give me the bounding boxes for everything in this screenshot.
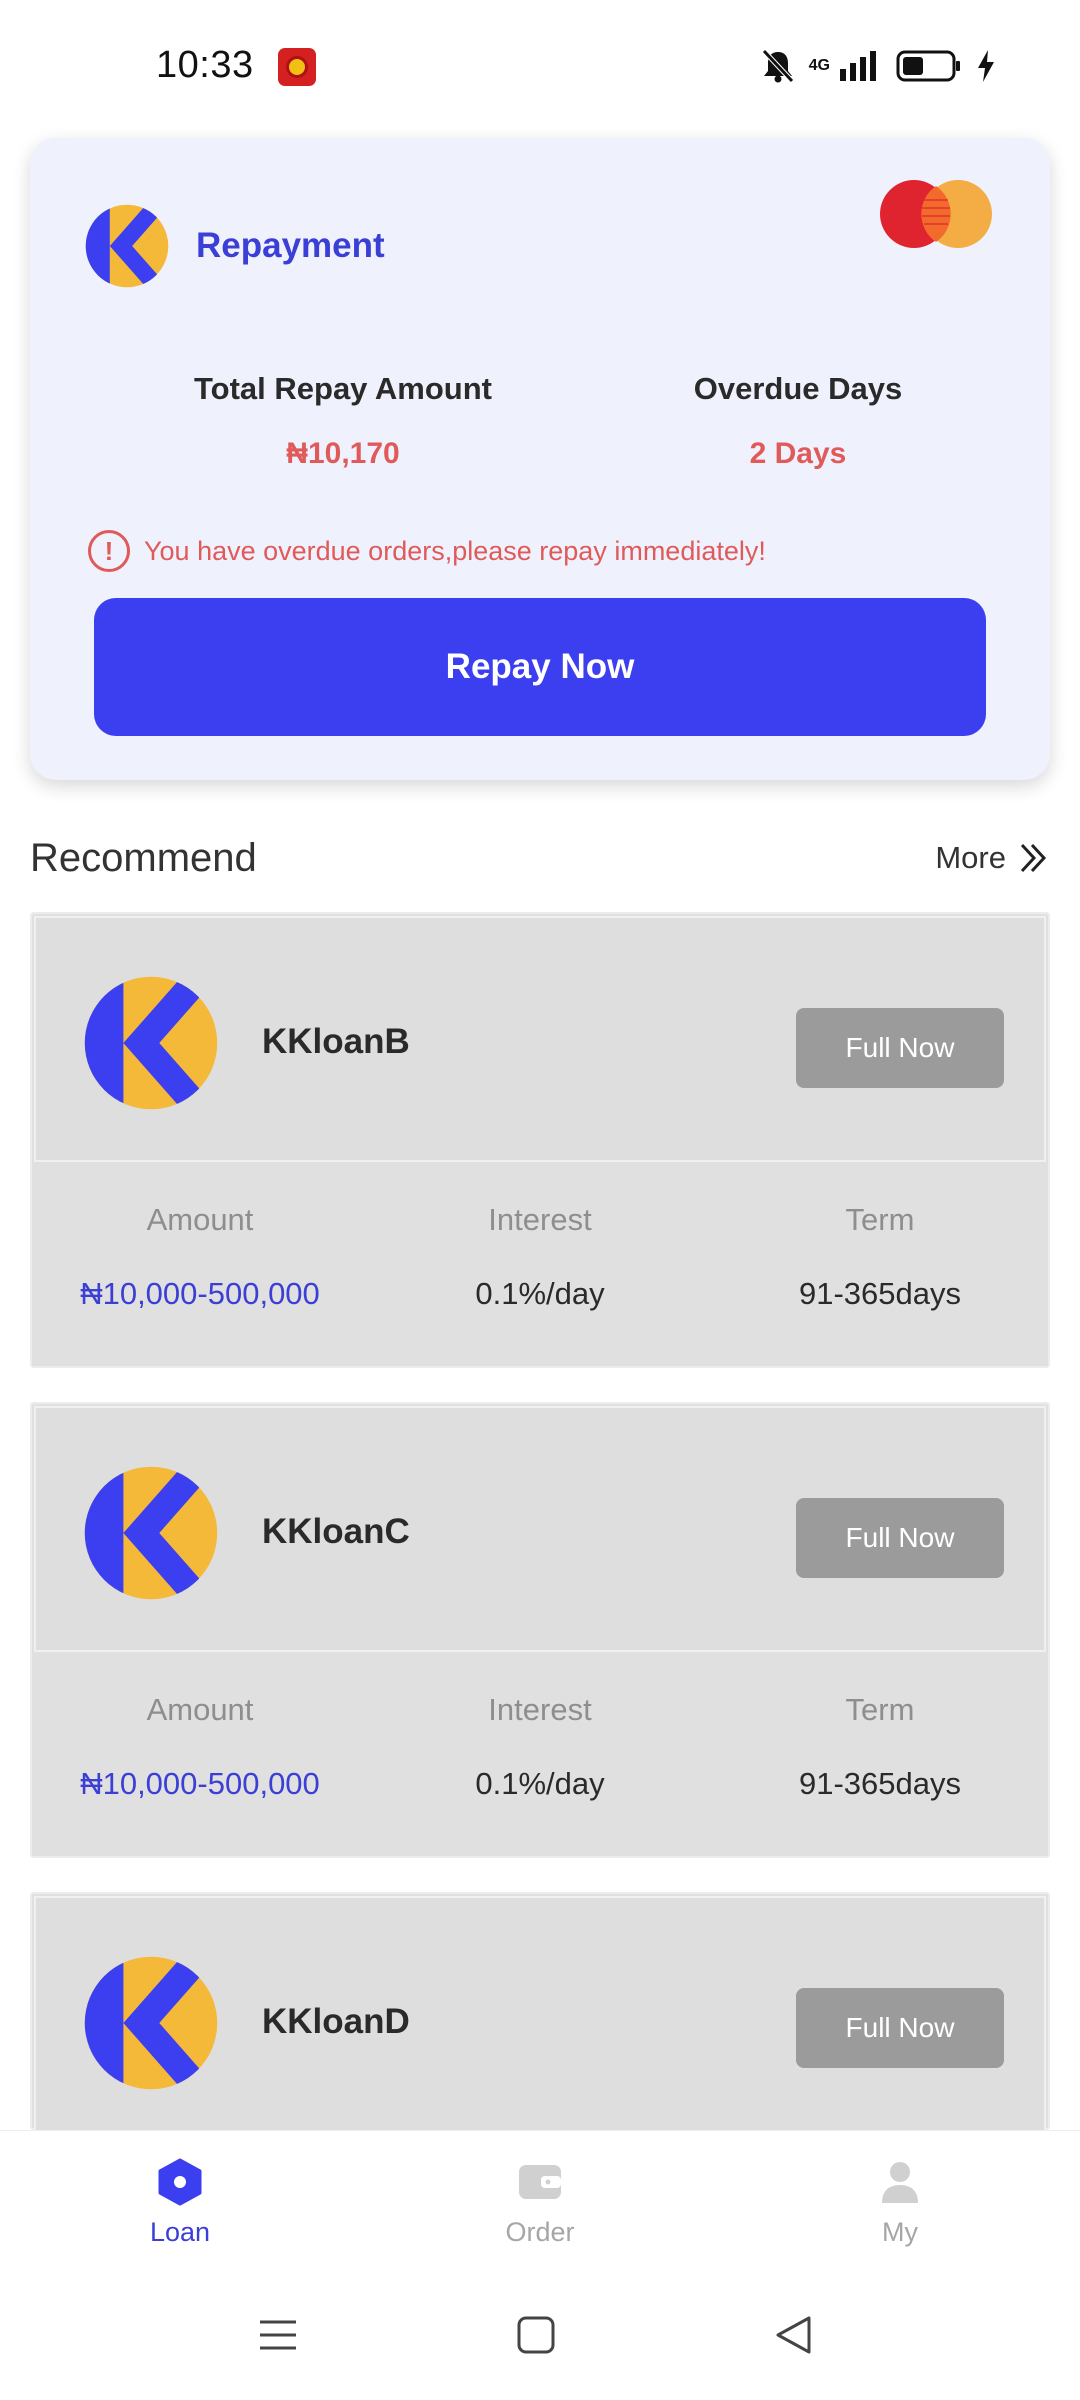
- recommend-title: Recommend: [30, 836, 257, 880]
- status-time: 10:33: [156, 44, 254, 86]
- amount-column: Amount ₦10,000-500,000: [30, 1692, 370, 1802]
- product-stats: Amount ₦10,000-500,000 Interest 0.1%/day…: [30, 1202, 1050, 1312]
- total-repay-value: ₦10,170: [286, 437, 400, 470]
- term-label: Term: [845, 1692, 915, 1727]
- nav-label-order: Order: [505, 2217, 575, 2247]
- term-column: Term 91-365days: [710, 1692, 1050, 1802]
- kkloan-logo-icon: [84, 976, 218, 1110]
- card-brand-icon: [880, 180, 992, 248]
- system-nav-bar: [0, 2284, 1080, 2400]
- repayment-title: Repayment: [196, 226, 385, 265]
- menu-icon[interactable]: [257, 2314, 299, 2356]
- nav-item-order[interactable]: Order: [360, 2131, 720, 2284]
- home-hexagon-icon: [158, 2158, 202, 2206]
- user-icon: [882, 2162, 918, 2203]
- term-value: 91-365days: [798, 1766, 961, 1801]
- charging-icon: [978, 50, 994, 82]
- interest-value: 0.1%/day: [475, 1766, 605, 1801]
- interest-label: Interest: [488, 1202, 592, 1237]
- amount-value: ₦10,000-500,000: [80, 1766, 320, 1801]
- battery-icon: [896, 50, 960, 82]
- product-card[interactable]: KKloanC Full Now Amount ₦10,000-500,000 …: [30, 1402, 1050, 1858]
- product-name: KKloanB: [262, 1022, 410, 1061]
- product-header: KKloanC Full Now: [34, 1406, 1046, 1652]
- full-now-button[interactable]: Full Now: [796, 1008, 1004, 1088]
- interest-value: 0.1%/day: [475, 1276, 605, 1311]
- product-header: KKloanB Full Now: [34, 916, 1046, 1162]
- interest-column: Interest 0.1%/day: [370, 1202, 710, 1312]
- status-bar: 10:33 4G: [0, 0, 1080, 136]
- product-card[interactable]: KKloanD Full Now: [30, 1892, 1050, 2130]
- total-repay-stat: Total Repay Amount ₦10,170: [133, 371, 553, 471]
- amount-column: Amount ₦10,000-500,000: [30, 1202, 370, 1312]
- exclamation-icon: !: [88, 530, 130, 572]
- product-name: KKloanD: [262, 2002, 410, 2041]
- amount-value: ₦10,000-500,000: [80, 1276, 320, 1311]
- product-stats: Amount ₦10,000-500,000 Interest 0.1%/day…: [30, 1692, 1050, 1802]
- double-chevron-right-icon: [1020, 843, 1047, 873]
- mute-bell-icon: [761, 49, 794, 83]
- product-name: KKloanC: [262, 1512, 410, 1551]
- more-label: More: [935, 840, 1006, 875]
- home-square-icon[interactable]: [515, 2314, 557, 2356]
- term-label: Term: [845, 1202, 915, 1237]
- term-column: Term 91-365days: [710, 1202, 1050, 1312]
- nav-item-loan[interactable]: Loan: [0, 2131, 360, 2284]
- bottom-nav: Loan Order My: [0, 2130, 1080, 2284]
- product-header: KKloanD Full Now: [34, 1896, 1046, 2130]
- kkloan-logo-icon: [85, 204, 169, 288]
- recommend-header: Recommend More: [30, 836, 1050, 888]
- overdue-days-label: Overdue Days: [693, 371, 903, 406]
- wallet-icon: [519, 2165, 561, 2199]
- back-triangle-icon[interactable]: [773, 2314, 815, 2356]
- overdue-days-value: 2 Days: [749, 437, 847, 470]
- kkloan-logo-icon: [84, 1466, 218, 1600]
- network-type: 4G: [808, 57, 830, 74]
- interest-column: Interest 0.1%/day: [370, 1692, 710, 1802]
- total-repay-label: Total Repay Amount: [194, 371, 492, 406]
- full-now-button[interactable]: Full Now: [796, 1498, 1004, 1578]
- nav-item-my[interactable]: My: [720, 2131, 1080, 2284]
- more-link[interactable]: More: [935, 840, 1050, 876]
- amount-label: Amount: [146, 1692, 254, 1727]
- status-icons: 4G: [761, 48, 996, 84]
- nav-label-my: My: [882, 2217, 918, 2247]
- full-now-button[interactable]: Full Now: [796, 1988, 1004, 2068]
- interest-label: Interest: [488, 1692, 592, 1727]
- overdue-days-stat: Overdue Days 2 Days: [588, 371, 1008, 471]
- kkloan-logo-icon: [84, 1956, 218, 2090]
- repayment-card: Repayment Total Repay Amount ₦10,170 Ove…: [30, 138, 1050, 780]
- product-card[interactable]: KKloanB Full Now Amount ₦10,000-500,000 …: [30, 912, 1050, 1368]
- repay-now-button[interactable]: Repay Now: [94, 598, 986, 736]
- term-value: 91-365days: [798, 1276, 961, 1311]
- nav-label-loan: Loan: [149, 2217, 211, 2247]
- overdue-warning-text: You have overdue orders,please repay imm…: [144, 535, 766, 566]
- amount-label: Amount: [146, 1202, 254, 1237]
- overdue-warning: ! You have overdue orders,please repay i…: [88, 530, 766, 572]
- app-notification-icon: [278, 48, 316, 86]
- signal-icon: [840, 51, 876, 81]
